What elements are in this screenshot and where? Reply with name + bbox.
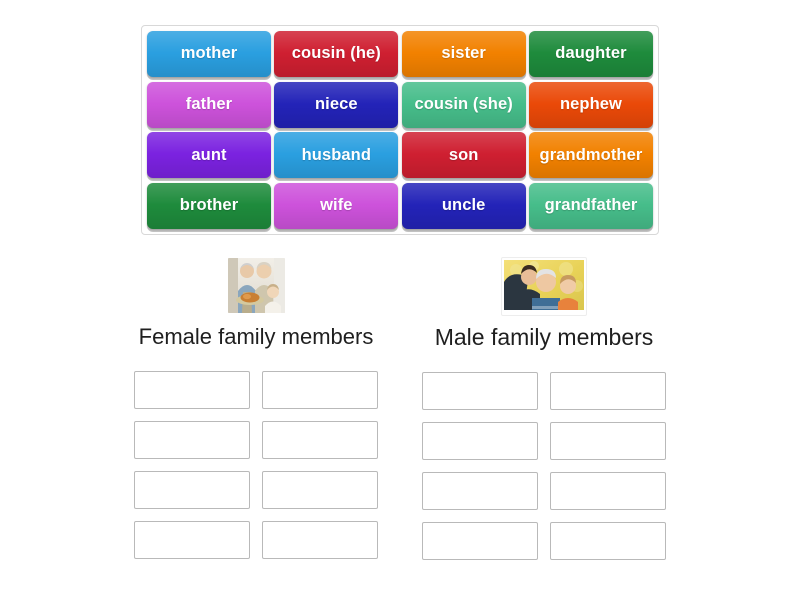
dropzone-female-2[interactable]: [262, 371, 378, 409]
word-tile-grandmother[interactable]: grandmother: [528, 132, 653, 179]
word-tile-label: niece: [314, 95, 358, 113]
word-tile-cousin-she[interactable]: cousin (she): [401, 81, 526, 128]
word-tile-bank: mother cousin (he) sister daughter fathe…: [141, 25, 659, 235]
word-tile-label: husband: [301, 145, 372, 164]
category-title-female: Female family members: [138, 324, 374, 349]
dropzone-male-7[interactable]: [422, 522, 538, 560]
tile-row: father niece cousin (she) nephew: [147, 81, 653, 128]
word-tile-label: son: [448, 145, 479, 164]
dropzone-male-4[interactable]: [550, 422, 666, 460]
word-tile-grandfather[interactable]: grandfather: [528, 182, 653, 229]
dropzone-grid-female: [120, 371, 392, 559]
word-tile-label: grandmother: [539, 145, 643, 164]
dropzone-male-8[interactable]: [550, 522, 666, 560]
word-tile-label: wife: [320, 196, 353, 215]
dropzone-female-1[interactable]: [134, 371, 250, 409]
word-tile-label: cousin (she): [414, 95, 513, 113]
category-female-family-members: Female family members: [120, 258, 392, 559]
word-tile-label: cousin (he): [291, 44, 381, 63]
word-tile-label: grandfather: [544, 196, 638, 215]
word-tile-label: aunt: [191, 145, 227, 164]
dropzone-female-6[interactable]: [262, 471, 378, 509]
category-male-family-members: Male family members: [408, 258, 680, 560]
word-tile-sister[interactable]: sister: [401, 31, 526, 77]
word-tile-label: father: [185, 95, 233, 113]
tile-row: aunt husband son grandmother: [147, 132, 653, 179]
dropzone-female-4[interactable]: [262, 421, 378, 459]
word-tile-daughter[interactable]: daughter: [528, 31, 653, 77]
word-tile-label: brother: [179, 196, 239, 215]
word-tile-wife[interactable]: wife: [274, 182, 399, 229]
dropzone-female-3[interactable]: [134, 421, 250, 459]
word-tile-mother[interactable]: mother: [147, 31, 271, 77]
word-tile-label: daughter: [555, 44, 627, 63]
dropzone-male-3[interactable]: [422, 422, 538, 460]
word-tile-husband[interactable]: husband: [274, 132, 399, 179]
dropzone-grid-male: [408, 372, 680, 560]
category-image-wrap: [408, 258, 680, 320]
male-family-photo-icon: [502, 258, 586, 315]
dropzone-female-5[interactable]: [134, 471, 250, 509]
word-tile-uncle[interactable]: uncle: [401, 182, 526, 229]
word-tile-aunt[interactable]: aunt: [147, 132, 271, 179]
dropzone-male-5[interactable]: [422, 472, 538, 510]
tile-row: brother wife uncle grandfather: [147, 182, 653, 229]
word-tile-label: nephew: [559, 95, 622, 113]
dropzone-female-8[interactable]: [262, 521, 378, 559]
word-tile-niece[interactable]: niece: [274, 81, 399, 128]
word-tile-brother[interactable]: brother: [147, 182, 271, 229]
word-tile-father[interactable]: father: [147, 81, 271, 128]
tile-row: mother cousin (he) sister daughter: [147, 31, 653, 77]
word-tile-label: sister: [441, 44, 486, 63]
word-tile-cousin-he[interactable]: cousin (he): [274, 31, 399, 77]
dropzone-male-6[interactable]: [550, 472, 666, 510]
category-title-male: Male family members: [434, 324, 654, 350]
dropzone-male-2[interactable]: [550, 372, 666, 410]
word-tile-son[interactable]: son: [401, 132, 526, 179]
dropzone-male-1[interactable]: [422, 372, 538, 410]
category-image-wrap: [120, 258, 392, 320]
female-family-photo-icon: [227, 258, 285, 313]
word-tile-nephew[interactable]: nephew: [528, 81, 653, 128]
word-tile-label: mother: [180, 44, 238, 63]
dropzone-female-7[interactable]: [134, 521, 250, 559]
word-tile-label: uncle: [441, 196, 486, 215]
